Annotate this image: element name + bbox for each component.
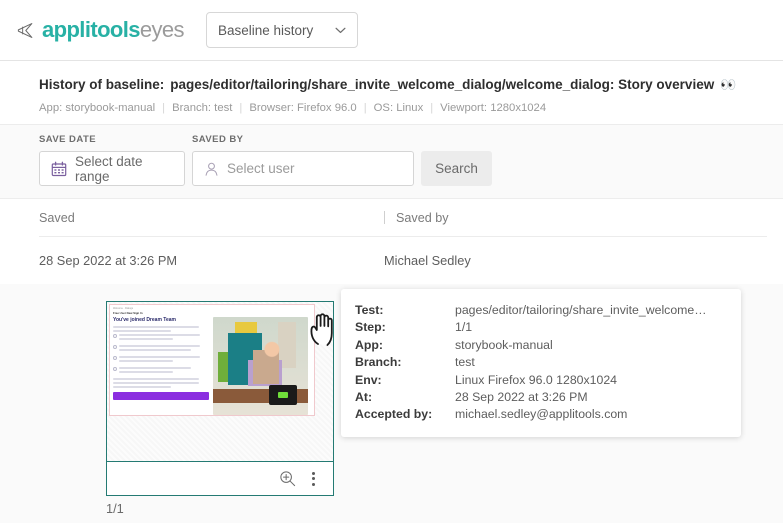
thumbnail-toolbar xyxy=(107,461,333,495)
column-header-saved-by[interactable]: Saved by xyxy=(384,211,449,225)
table-row[interactable]: 28 Sep 2022 at 3:26 PM Michael Sedley xyxy=(39,237,767,284)
meta-viewport: Viewport: 1280x1024 xyxy=(440,102,547,114)
page-title-path: pages/editor/tailoring/share_invite_welc… xyxy=(170,77,715,92)
step-detail-area: Welcome · Dialogs Free User New Sign In … xyxy=(39,284,767,523)
search-button[interactable]: Search xyxy=(421,151,492,186)
save-date-label: SAVE DATE xyxy=(39,134,97,145)
pointing-hand-cursor xyxy=(310,313,333,346)
column-header-saved-by-label: Saved by xyxy=(396,210,449,225)
logo-eyes: eyes xyxy=(139,17,185,42)
app-page: applitoolseyes Baseline history History … xyxy=(0,0,783,523)
tooltip-value: michael.sedley@applitools.com xyxy=(455,407,628,422)
tooltip-key: Test: xyxy=(355,303,384,317)
filter-bar: SAVE DATE Select date range SAVED BY Sel… xyxy=(0,125,783,199)
page-title: History of baseline: pages/editor/tailor… xyxy=(39,77,767,93)
column-divider xyxy=(384,211,385,224)
calendar-icon xyxy=(51,161,67,176)
meta-app: App: storybook-manual xyxy=(39,102,156,114)
tooltip-value: storybook-manual xyxy=(455,337,553,352)
table-header-row: Saved Saved by xyxy=(39,199,767,236)
tooltip-value: pages/editor/tailoring/share_invite_welc… xyxy=(455,303,707,317)
tooltip-row: At: 28 Sep 2022 at 3:26 PM xyxy=(355,389,725,406)
cell-saved-by: Michael Sedley xyxy=(384,253,471,268)
column-header-saved[interactable]: Saved xyxy=(39,211,384,225)
meta-separator: | xyxy=(162,102,166,114)
date-range-input[interactable]: Select date range xyxy=(39,151,185,186)
tooltip-value: Linux Firefox 96.0 1280x1024 xyxy=(455,372,618,387)
history-table: Saved Saved by 28 Sep 2022 at 3:26 PM Mi… xyxy=(0,199,783,284)
tooltip-key: Accepted by: xyxy=(355,407,433,422)
tooltip-value: 28 Sep 2022 at 3:26 PM xyxy=(455,390,588,405)
tooltip-key: At: xyxy=(355,390,373,405)
view-selector-dropdown[interactable]: Baseline history xyxy=(205,12,358,48)
baseline-header: History of baseline: pages/editor/tailor… xyxy=(0,61,783,125)
saved-by-label: SAVED BY xyxy=(192,134,244,145)
baseline-meta: App: storybook-manual | Branch: test | B… xyxy=(39,102,767,114)
tooltip-row: Test: pages/editor/tailoring/share_invit… xyxy=(355,302,725,319)
applitools-dart-icon xyxy=(17,22,33,38)
tooltip-key: App: xyxy=(355,337,383,352)
user-icon xyxy=(205,162,218,176)
eyes-emoji-icon: 👀 xyxy=(720,77,737,92)
tooltip-row: Branch: test xyxy=(355,354,725,371)
tooltip-value: test xyxy=(455,355,475,370)
diff-region-frame xyxy=(109,304,315,416)
meta-branch: Branch: test xyxy=(172,102,233,114)
meta-os: OS: Linux xyxy=(373,102,424,114)
save-date-group: SAVE DATE Select date range xyxy=(39,134,185,186)
cell-saved: 28 Sep 2022 at 3:26 PM xyxy=(39,253,178,268)
page-title-label: History of baseline: xyxy=(39,77,165,92)
top-bar: applitoolseyes Baseline history xyxy=(0,0,783,61)
tooltip-row: Env: Linux Firefox 96.0 1280x1024 xyxy=(355,372,725,389)
tooltip-key: Env: xyxy=(355,372,382,387)
tooltip-value: 1/1 xyxy=(455,320,473,335)
step-page-count: 1/1 xyxy=(106,501,124,516)
view-selector-value: Baseline history xyxy=(217,22,314,38)
logo-wordmark: applitoolseyes xyxy=(42,17,185,43)
tooltip-key: Step: xyxy=(355,320,386,335)
kebab-menu-icon[interactable] xyxy=(310,470,317,488)
meta-browser: Browser: Firefox 96.0 xyxy=(249,102,357,114)
meta-separator: | xyxy=(239,102,243,114)
tooltip-row: Step: 1/1 xyxy=(355,319,725,336)
user-select-placeholder: Select user xyxy=(227,161,295,176)
user-select-input[interactable]: Select user xyxy=(192,151,414,186)
meta-separator: | xyxy=(430,102,434,114)
tooltip-row: App: storybook-manual xyxy=(355,337,725,354)
step-thumbnail-canvas[interactable]: Welcome · Dialogs Free User New Sign In … xyxy=(107,302,333,461)
logo-applitools: applitools xyxy=(42,17,140,42)
magnifier-plus-icon[interactable] xyxy=(279,470,296,487)
saved-by-group: SAVED BY Select user xyxy=(192,134,414,186)
tooltip-key: Branch: xyxy=(355,355,402,370)
meta-separator: | xyxy=(363,102,367,114)
chevron-down-icon xyxy=(335,27,346,33)
step-info-tooltip: Test: pages/editor/tailoring/share_invit… xyxy=(341,289,741,437)
date-range-placeholder: Select date range xyxy=(75,153,143,184)
tooltip-row: Accepted by: michael.sedley@applitools.c… xyxy=(355,406,725,423)
step-thumbnail-card[interactable]: Welcome · Dialogs Free User New Sign In … xyxy=(106,301,334,496)
applitools-logo[interactable]: applitoolseyes xyxy=(16,17,185,43)
